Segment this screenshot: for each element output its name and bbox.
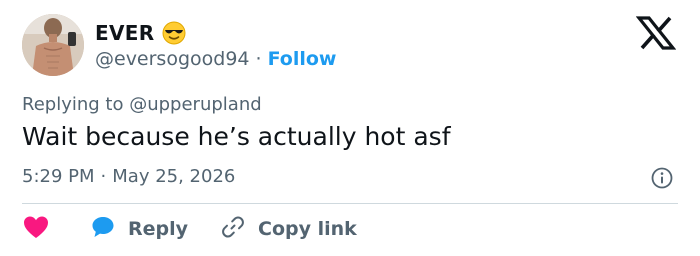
action-bar: Reply Copy link	[22, 214, 357, 244]
reply-label: Reply	[128, 218, 189, 240]
display-name[interactable]: EVER	[95, 21, 154, 45]
tweet-text: Wait because he’s actually hot asf	[22, 122, 451, 151]
avatar[interactable]	[22, 14, 84, 76]
like-button[interactable]	[22, 214, 52, 244]
info-icon[interactable]	[650, 166, 674, 190]
x-logo-icon[interactable]	[635, 16, 677, 50]
tweet-meta: 5:29 PM · May 25, 2026	[22, 166, 235, 187]
replying-to-mention[interactable]: @upperupland	[129, 94, 261, 115]
separator: ·	[255, 48, 262, 70]
divider	[22, 203, 678, 204]
replying-prefix: Replying to	[22, 94, 124, 115]
tweet-card: EVER @eversogood94 · Follow Replying to …	[0, 0, 700, 256]
tweet-date[interactable]: May 25, 2026	[112, 166, 235, 187]
name-line: EVER	[95, 20, 186, 46]
meta-separator: ·	[100, 166, 107, 187]
follow-button[interactable]: Follow	[268, 48, 337, 70]
heart-icon	[22, 214, 50, 244]
link-icon	[220, 214, 246, 244]
copy-link-button[interactable]: Copy link	[220, 214, 357, 244]
sunglasses-emoji-icon	[162, 21, 186, 45]
user-handle[interactable]: @eversogood94	[95, 48, 250, 70]
tweet-time[interactable]: 5:29 PM	[22, 166, 95, 187]
handle-line: @eversogood94 · Follow	[95, 48, 336, 70]
replying-to-line: Replying to @upperupland	[22, 94, 262, 115]
reply-button[interactable]: Reply	[90, 214, 188, 244]
speech-bubble-icon	[90, 214, 116, 244]
copy-link-label: Copy link	[258, 218, 357, 240]
